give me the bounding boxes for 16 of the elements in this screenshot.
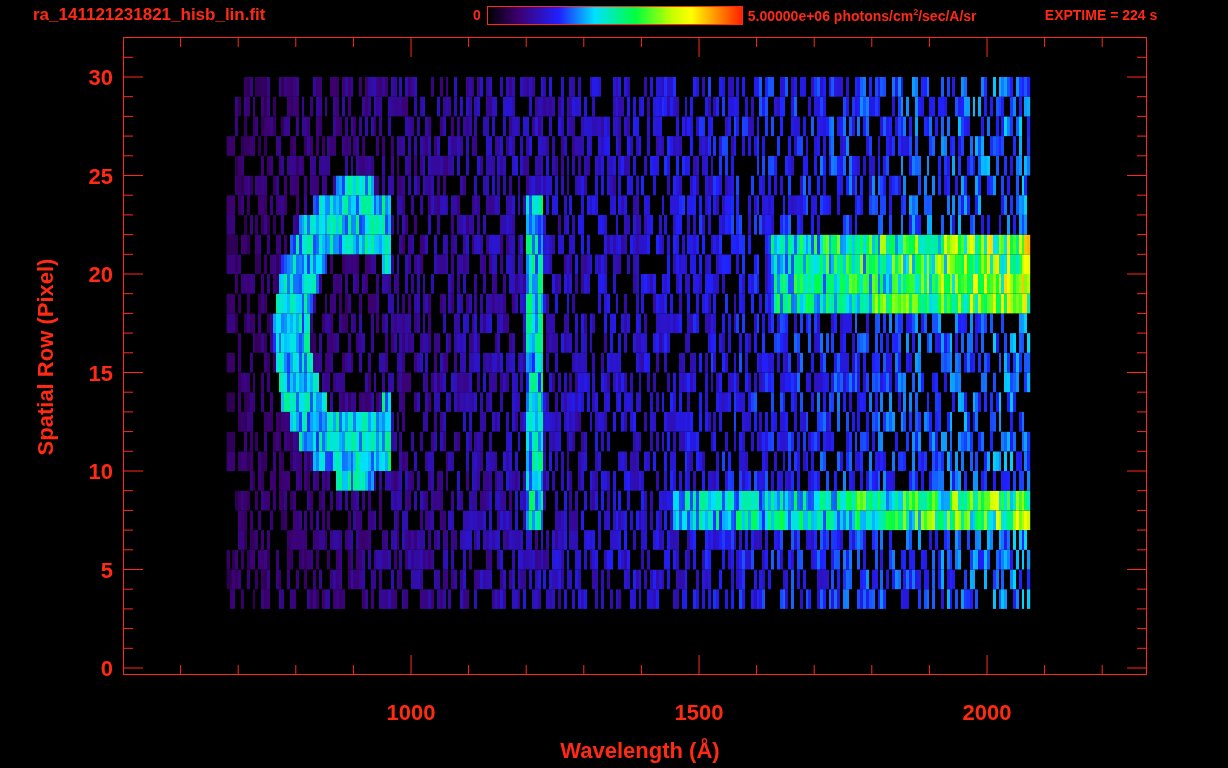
x-tick-label: 1500 [674, 700, 724, 725]
colorbar-min-label: 0 [473, 7, 481, 23]
y-tick-label: 30 [88, 65, 113, 90]
x-axis-title: Wavelength (Å) [560, 738, 720, 763]
x-tick-label: 2000 [962, 700, 1012, 725]
y-tick-label: 10 [88, 459, 113, 484]
y-axis-title: Spatial Row (Pixel) [33, 258, 58, 456]
file-name: ra_141121231821_hisb_lin.fit [33, 5, 267, 25]
y-tick-label: 0 [100, 656, 113, 681]
y-tick-label: 15 [88, 360, 113, 386]
x-tick-label: 1000 [386, 700, 436, 725]
y-tick-label: 25 [88, 163, 113, 189]
colorbar-max-label: 5.00000e+06 photons/cm$^{2}$/sec/A/sr [747, 6, 978, 24]
y-tick-label: 5 [100, 557, 113, 583]
y-tick-label: 20 [88, 262, 113, 287]
exposure-time: EXPTIME = 224 s [1044, 7, 1158, 23]
